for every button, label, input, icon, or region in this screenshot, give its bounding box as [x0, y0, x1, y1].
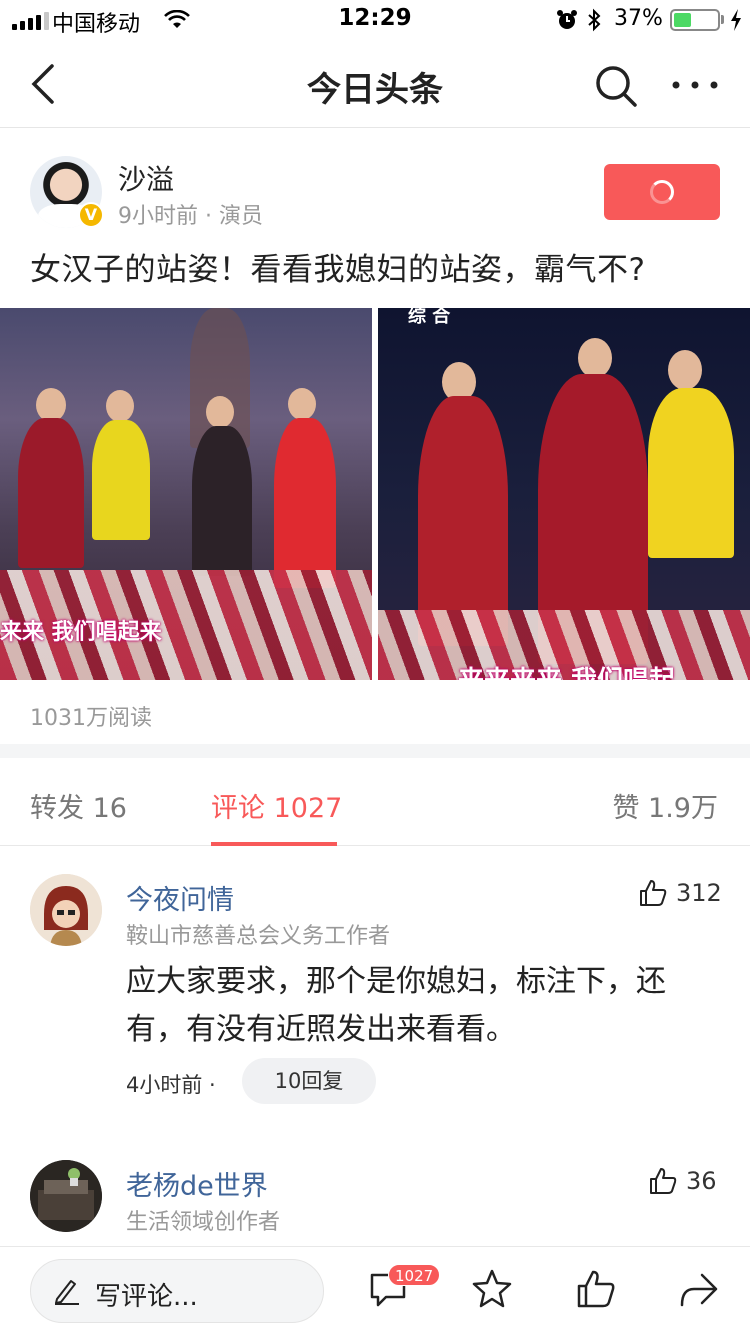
- active-tab-indicator: [211, 842, 337, 846]
- write-comment-placeholder: 写评论...: [95, 1282, 198, 1312]
- search-icon[interactable]: [592, 62, 640, 110]
- comment-avatar[interactable]: [30, 1160, 102, 1232]
- image-2-logo: 综 合: [408, 308, 451, 327]
- loading-spinner-icon: [650, 180, 674, 204]
- thumbs-up-icon: [650, 1168, 677, 1194]
- comment-author-name[interactable]: 老杨de世界: [126, 1164, 268, 1203]
- more-dots-icon[interactable]: [670, 70, 720, 100]
- comment-like-button[interactable]: 312: [638, 878, 722, 908]
- tab-likes[interactable]: 赞 1.9万: [612, 786, 718, 825]
- bluetooth-icon: [588, 8, 601, 32]
- battery-icon: [670, 9, 720, 31]
- comment-count-badge: 1027: [388, 1264, 441, 1286]
- verified-badge-icon: V: [78, 202, 104, 228]
- follow-button[interactable]: [604, 164, 720, 220]
- interaction-tabs: 转发 16 评论 1027 赞 1.9万: [0, 758, 750, 846]
- comment-like-button[interactable]: 36: [648, 1166, 717, 1196]
- comment-author-role: 鞍山市慈善总会义务工作者: [126, 924, 391, 949]
- bottom-action-bar: 写评论...: [0, 1246, 750, 1334]
- thumbs-up-icon[interactable]: [574, 1267, 618, 1311]
- thumbs-up-icon: [640, 880, 667, 906]
- comment-author-role: 生活领域创作者: [126, 1210, 281, 1235]
- tab-repost[interactable]: 转发 16: [30, 786, 127, 825]
- image-2-caption: 来来来来 我们唱起: [458, 660, 675, 680]
- post-image-1[interactable]: 来来 我们唱起来: [0, 308, 372, 680]
- comment-replies-button[interactable]: 10回复: [242, 1058, 376, 1104]
- image-1-caption: 来来 我们唱起来: [0, 620, 162, 645]
- pencil-icon: [55, 1280, 79, 1305]
- comment-like-count: 312: [676, 879, 722, 907]
- section-divider: [0, 744, 750, 758]
- comment-author-name[interactable]: 今夜问情: [126, 878, 234, 917]
- tab-comments[interactable]: 评论 1027: [211, 786, 342, 825]
- comment-like-count: 36: [686, 1167, 717, 1195]
- nav-bar: 今日头条: [0, 40, 750, 128]
- share-icon[interactable]: [676, 1267, 720, 1311]
- post-text: 女汉子的站姿！看看我媳妇的站姿，霸气不?: [30, 252, 646, 288]
- battery-percent: 37%: [614, 6, 663, 31]
- read-count: 1031万阅读: [30, 706, 152, 731]
- write-comment-input[interactable]: 写评论...: [30, 1259, 324, 1323]
- comment-time: 4小时前 ·: [126, 1073, 216, 1097]
- author-meta: 9小时前 · 演员: [118, 204, 263, 229]
- status-bar: 中国移动 12:29 37%: [0, 0, 750, 40]
- star-favorite-icon[interactable]: [470, 1267, 514, 1311]
- comment-avatar[interactable]: [30, 874, 102, 946]
- charging-icon: [731, 9, 741, 31]
- alarm-icon: [557, 10, 577, 29]
- post-image-2[interactable]: 综 合 来来来来 我们唱起: [378, 308, 750, 680]
- battery-tip: [721, 15, 724, 24]
- author-name[interactable]: 沙溢: [118, 158, 174, 198]
- comment-text: 应大家要求，那个是你媳妇，标注下，还有，有没有近照发出来看看。: [126, 964, 666, 1047]
